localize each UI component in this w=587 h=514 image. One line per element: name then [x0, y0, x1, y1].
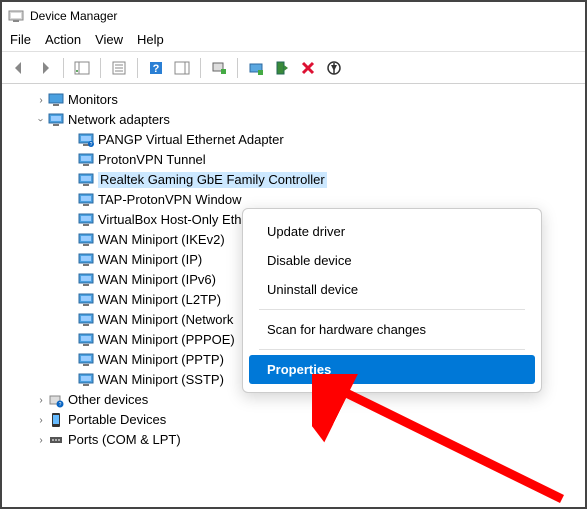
forward-button[interactable]: [34, 57, 56, 79]
toolbar-separator: [137, 58, 138, 78]
tree-label: Ports (COM & LPT): [68, 432, 181, 449]
tree-item-protonvpn[interactable]: ProtonVPN Tunnel: [6, 150, 581, 170]
tree-label: WAN Miniport (PPTP): [98, 352, 224, 369]
titlebar: Device Manager: [2, 2, 585, 30]
tree-label: Monitors: [68, 92, 118, 109]
tree-node-network-adapters[interactable]: › Network adapters: [6, 110, 581, 130]
ctx-scan-hardware[interactable]: Scan for hardware changes: [249, 315, 535, 344]
adapter-icon: [78, 312, 94, 328]
enable-device-button[interactable]: [271, 57, 293, 79]
tree-node-ports[interactable]: › Ports (COM & LPT): [6, 430, 581, 450]
tree-item-pangp[interactable]: ? PANGP Virtual Ethernet Adapter: [6, 130, 581, 150]
adapter-icon: [78, 352, 94, 368]
disable-button[interactable]: [323, 57, 345, 79]
monitor-icon: [48, 92, 64, 108]
menu-action[interactable]: Action: [45, 32, 81, 47]
adapter-icon: [78, 172, 94, 188]
chevron-right-icon[interactable]: ›: [34, 413, 48, 427]
portable-devices-icon: [48, 412, 64, 428]
scan-hardware-button[interactable]: [208, 57, 230, 79]
toolbar-separator: [200, 58, 201, 78]
ctx-update-driver[interactable]: Update driver: [249, 217, 535, 246]
tree-label: VirtualBox Host-Only Eth: [98, 212, 242, 229]
menu-help[interactable]: Help: [137, 32, 164, 47]
tree-label: WAN Miniport (IKEv2): [98, 232, 225, 249]
ctx-separator: [259, 309, 525, 310]
toolbar-separator: [237, 58, 238, 78]
tree-label: Other devices: [68, 392, 148, 409]
ctx-uninstall-device[interactable]: Uninstall device: [249, 275, 535, 304]
chevron-right-icon[interactable]: ›: [34, 93, 48, 107]
tree-label: Realtek Gaming GbE Family Controller: [98, 172, 327, 189]
svg-text:?: ?: [153, 63, 160, 75]
ports-icon: [48, 432, 64, 448]
network-icon: [48, 112, 64, 128]
app-icon: [8, 8, 24, 24]
properties-button[interactable]: [108, 57, 130, 79]
ctx-properties[interactable]: Properties: [249, 355, 535, 384]
adapter-icon: [78, 212, 94, 228]
chevron-down-icon[interactable]: ›: [34, 113, 48, 127]
chevron-right-icon[interactable]: ›: [34, 393, 48, 407]
tree-node-other-devices[interactable]: › ? Other devices: [6, 390, 581, 410]
tree-label: WAN Miniport (PPPOE): [98, 332, 235, 349]
window-title: Device Manager: [30, 9, 117, 23]
menu-file[interactable]: File: [10, 32, 31, 47]
chevron-right-icon[interactable]: ›: [34, 433, 48, 447]
ctx-separator: [259, 349, 525, 350]
svg-text:?: ?: [90, 142, 93, 148]
show-hide-tree-button[interactable]: [71, 57, 93, 79]
toolbar-separator: [100, 58, 101, 78]
adapter-icon: [78, 372, 94, 388]
tree-label: Network adapters: [68, 112, 170, 129]
toolbar-separator: [63, 58, 64, 78]
tree-item-realtek[interactable]: Realtek Gaming GbE Family Controller: [6, 170, 581, 190]
tree-label: WAN Miniport (Network: [98, 312, 233, 329]
adapter-icon: [78, 252, 94, 268]
adapter-icon: [78, 272, 94, 288]
tree-label: WAN Miniport (SSTP): [98, 372, 224, 389]
svg-text:?: ?: [59, 402, 62, 408]
action-pane-button[interactable]: [171, 57, 193, 79]
adapter-icon: [78, 152, 94, 168]
toolbar: ?: [2, 52, 585, 84]
adapter-icon: [78, 292, 94, 308]
back-button[interactable]: [8, 57, 30, 79]
tree-node-portable-devices[interactable]: › Portable Devices: [6, 410, 581, 430]
tree-label: TAP-ProtonVPN Window: [98, 192, 242, 209]
adapter-icon: [78, 332, 94, 348]
other-devices-icon: ?: [48, 392, 64, 408]
context-menu: Update driver Disable device Uninstall d…: [242, 208, 542, 393]
help-button[interactable]: ?: [145, 57, 167, 79]
tree-node-monitors[interactable]: › Monitors: [6, 90, 581, 110]
tree-label: WAN Miniport (IP): [98, 252, 202, 269]
ctx-disable-device[interactable]: Disable device: [249, 246, 535, 275]
uninstall-button[interactable]: [297, 57, 319, 79]
adapter-icon: [78, 232, 94, 248]
tree-label: WAN Miniport (L2TP): [98, 292, 221, 309]
menubar: File Action View Help: [2, 30, 585, 52]
tree-label: PANGP Virtual Ethernet Adapter: [98, 132, 284, 149]
tree-label: Portable Devices: [68, 412, 166, 429]
tree-label: ProtonVPN Tunnel: [98, 152, 206, 169]
tree-item-tap[interactable]: TAP-ProtonVPN Window: [6, 190, 581, 210]
update-driver-button[interactable]: [245, 57, 267, 79]
adapter-icon: ?: [78, 132, 94, 148]
menu-view[interactable]: View: [95, 32, 123, 47]
tree-label: WAN Miniport (IPv6): [98, 272, 216, 289]
adapter-icon: [78, 192, 94, 208]
